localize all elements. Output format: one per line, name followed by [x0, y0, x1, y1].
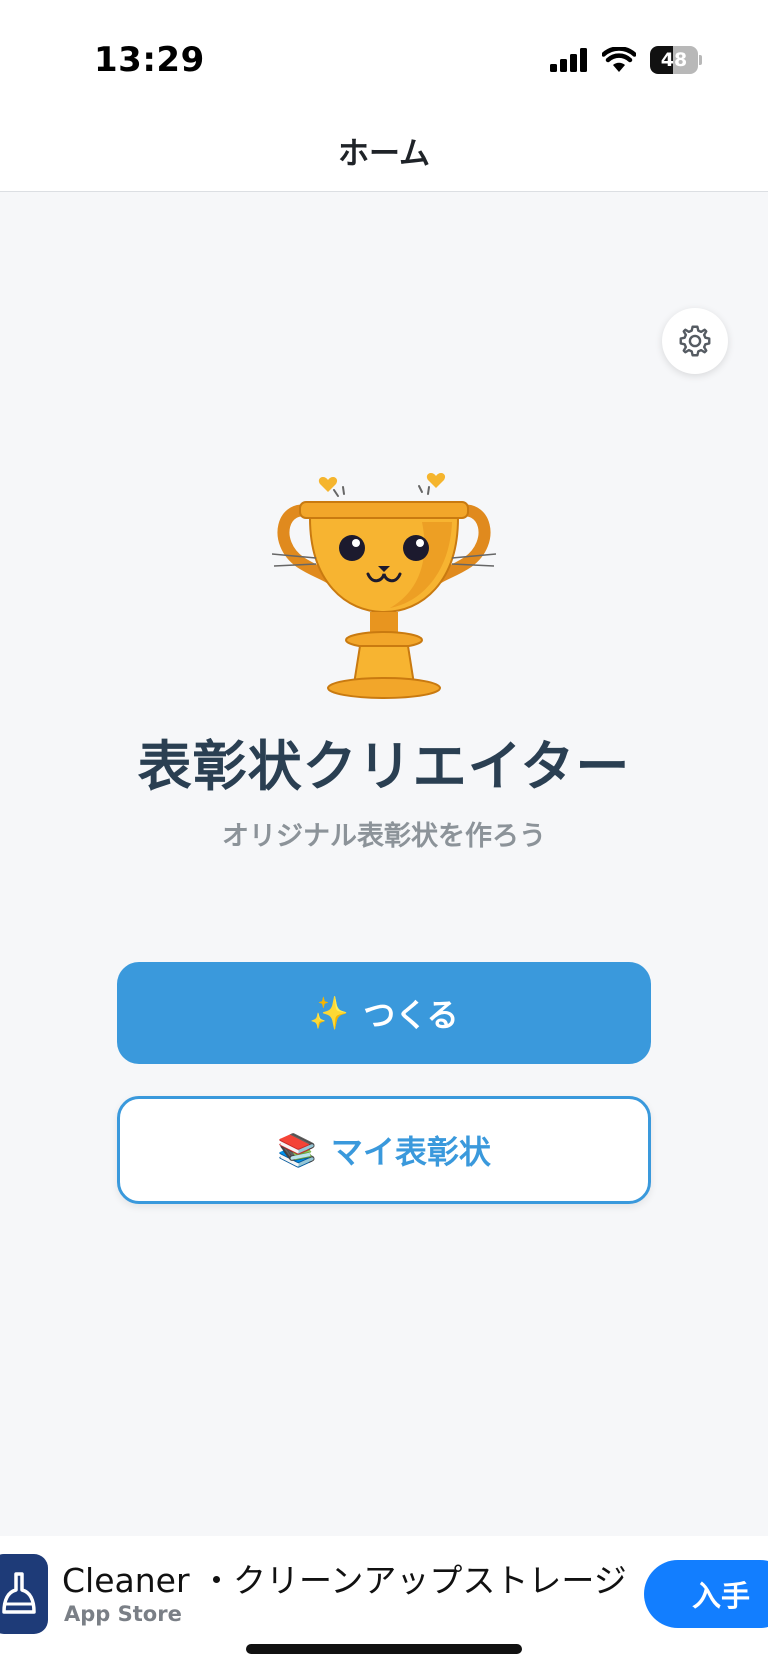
app-title: 表彰状クリエイター — [137, 735, 631, 798]
gear-icon — [679, 325, 711, 357]
nav-title: ホーム — [337, 136, 431, 172]
home-indicator[interactable] — [246, 1644, 522, 1654]
status-time: 13:29 — [94, 40, 205, 80]
create-button-label: つくる — [363, 996, 459, 1034]
trophy-mascot-icon — [272, 473, 496, 699]
wifi-icon — [602, 47, 636, 72]
my-certificates-button[interactable]: 📚 マイ表彰状 — [117, 1096, 651, 1204]
battery-level: 48 — [660, 49, 688, 71]
app-subtitle: オリジナル表彰状を作ろう — [222, 821, 546, 852]
ad-get-button[interactable]: 入手 — [644, 1560, 768, 1628]
books-icon: 📚 — [277, 1131, 317, 1169]
status-icons: 48 — [550, 46, 702, 74]
battery-icon: 48 — [650, 46, 702, 74]
ad-store-label: App Store — [64, 1602, 182, 1626]
ad-title: Cleaner ・クリーンアップストレージ — [62, 1561, 627, 1600]
top-bar: 13:29 48 ホーム — [0, 0, 768, 192]
home-screen: 13:29 48 ホーム 表彰状クリエイター オリジナル表彰状を作ろう ✨ つく… — [0, 0, 768, 1670]
settings-button[interactable] — [662, 308, 728, 374]
cleaner-app-icon — [0, 1554, 48, 1634]
create-button[interactable]: ✨ つくる — [117, 962, 651, 1064]
sparkles-icon: ✨ — [309, 994, 350, 1032]
cellular-signal-icon — [550, 48, 587, 72]
my-certificates-label: マイ表彰状 — [330, 1133, 491, 1171]
